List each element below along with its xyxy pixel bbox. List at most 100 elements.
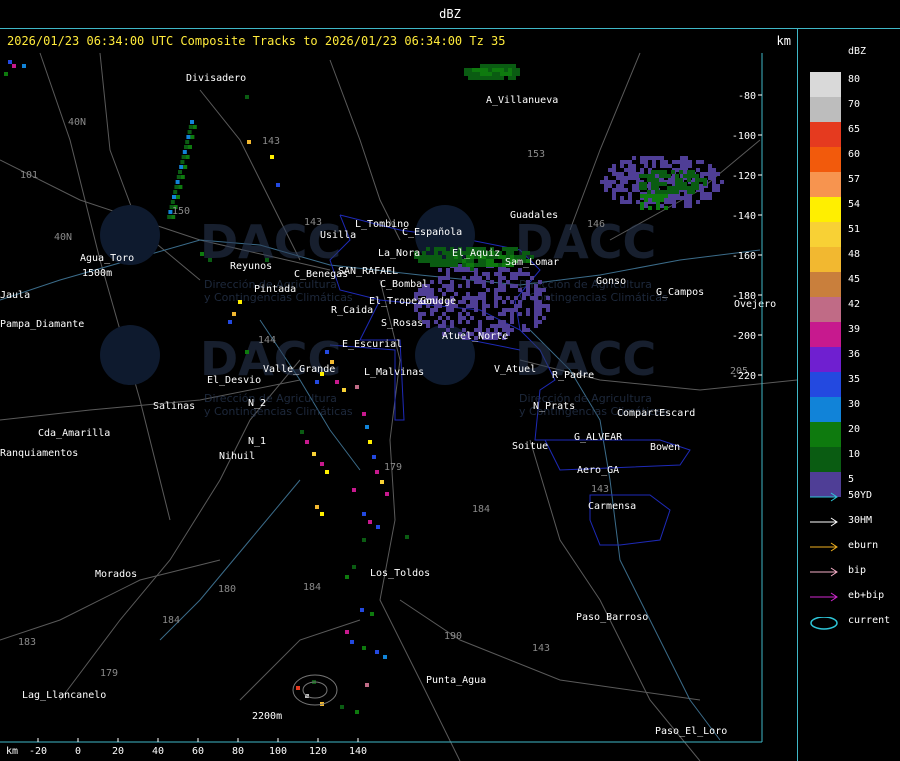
echo-cell <box>312 452 316 456</box>
echo-cell <box>684 164 688 168</box>
echo-cell <box>687 186 691 190</box>
echo-cell <box>651 174 655 178</box>
echo-cell <box>700 188 704 192</box>
echo-cell <box>482 292 486 296</box>
echo-cell <box>640 194 644 198</box>
echo-cell <box>8 60 12 64</box>
echo-cell <box>494 324 498 328</box>
echo-cell <box>462 259 466 263</box>
echo-cell <box>659 182 663 186</box>
echo-cell <box>470 263 474 267</box>
legend-label: 42 <box>848 299 861 310</box>
x-tick-label: -20 <box>29 746 47 757</box>
legend-swatch <box>810 422 841 447</box>
echo-cell <box>675 178 679 182</box>
echo-cell <box>450 263 454 267</box>
legend-swatch <box>810 122 841 147</box>
legend-panel: dBZ 80 70 65 60 57 54 51 48 45 42 39 36 35 30 20 10 5 50… <box>800 30 900 761</box>
echo-cell <box>476 68 480 72</box>
legend-track-item: current <box>810 615 900 630</box>
place-label: S_Rosas <box>381 318 423 329</box>
echo-cell <box>679 170 683 174</box>
echo-cell <box>422 251 426 255</box>
echo-cell <box>4 72 8 76</box>
echo-cell <box>636 200 640 204</box>
echo-cell <box>480 68 484 72</box>
echo-cell <box>695 174 699 178</box>
echo-cell <box>675 190 679 194</box>
echo-cell <box>667 190 671 194</box>
echo-cell <box>470 300 474 304</box>
echo-cell <box>526 284 530 288</box>
place-label: Lag_Llancanelo <box>22 690 106 701</box>
echo-cell <box>480 64 484 68</box>
echo-cell <box>616 184 620 188</box>
echo-cell <box>464 72 468 76</box>
radar-map[interactable]: DACC DACC DACC DACC Dirección de Agricul… <box>0 0 797 761</box>
echo-cell <box>458 268 462 272</box>
echo-cell <box>518 288 522 292</box>
echo-cell <box>664 206 668 210</box>
echo-cell <box>182 150 187 154</box>
place-label: CompartEscard <box>617 408 695 419</box>
echo-cell <box>600 180 604 184</box>
echo-cell <box>526 272 530 276</box>
echo-cell <box>500 72 504 76</box>
echo-cell <box>684 196 688 200</box>
place-label: Valle_Grande <box>263 364 335 375</box>
echo-cell <box>620 172 624 176</box>
echo-cell <box>667 174 671 178</box>
y-tick-label: -200 <box>732 331 756 342</box>
echo-cell <box>345 575 349 579</box>
echo-cell <box>538 300 542 304</box>
echo-cell <box>300 430 304 434</box>
echo-cell <box>466 296 470 300</box>
echo-cell <box>624 160 628 164</box>
echo-cell <box>510 251 514 255</box>
echo-cell <box>526 251 530 255</box>
echo-cell <box>518 272 522 276</box>
echo-cell <box>695 178 699 182</box>
echo-cell <box>486 276 490 280</box>
echo-cell <box>695 182 699 186</box>
place-label: 1500m <box>82 268 112 279</box>
legend-label: 51 <box>848 224 861 235</box>
echo-cell <box>446 263 450 267</box>
legend-track-label: eb+bip <box>848 590 885 601</box>
echo-cell <box>446 288 450 292</box>
echo-cell <box>502 300 506 304</box>
echo-cell <box>345 630 349 634</box>
place-label: G_ALVEAR <box>574 432 623 443</box>
echo-cell <box>478 324 482 328</box>
echo-cell <box>708 168 712 172</box>
echo-cell <box>462 276 466 280</box>
echo-cell <box>632 184 636 188</box>
echo-cell <box>526 288 530 292</box>
route-number-label: 150 <box>172 206 190 217</box>
echo-cell <box>712 172 716 176</box>
echo-cell <box>684 156 688 160</box>
legend-label: 35 <box>848 374 861 385</box>
echo-cell <box>405 535 409 539</box>
echo-cell <box>530 276 534 280</box>
echo-cell <box>490 324 494 328</box>
echo-cell <box>675 174 679 178</box>
legend-swatch <box>810 97 841 122</box>
place-label: Soitue <box>512 441 548 452</box>
echo-cell <box>484 76 488 80</box>
echo-cell <box>478 259 482 263</box>
echo-cell <box>478 320 482 324</box>
place-label: Aero_GA <box>577 465 619 476</box>
echo-cell <box>522 292 526 296</box>
echo-cell <box>490 280 494 284</box>
echo-cell <box>643 186 647 190</box>
echo-cell <box>185 155 190 159</box>
echo-cell <box>490 259 494 263</box>
echo-cell <box>522 328 526 332</box>
echo-cell <box>504 72 508 76</box>
place-label: Cda_Amarilla <box>38 428 110 439</box>
echo-cell <box>270 155 274 159</box>
echo-cell <box>498 280 502 284</box>
place-label: Ranquiamentos <box>0 448 78 459</box>
echo-cell <box>474 308 478 312</box>
